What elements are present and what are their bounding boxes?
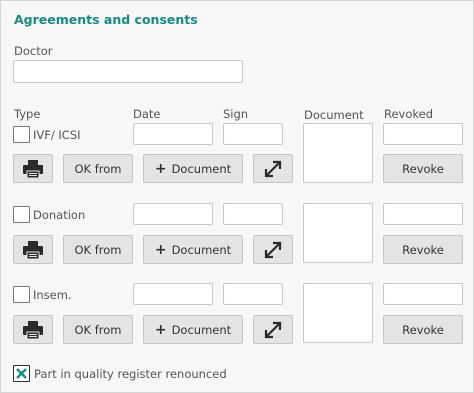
donation-type-label: Donation [33, 207, 86, 222]
ivf-add-document-label: Document [171, 161, 232, 176]
insem-document-box[interactable] [303, 283, 373, 343]
donation-date-input[interactable] [133, 203, 213, 225]
insem-checkbox[interactable] [13, 286, 30, 303]
donation-add-document-button[interactable]: + Document [143, 235, 243, 264]
plus-icon: + [154, 241, 167, 258]
expand-diagonal-icon [264, 241, 282, 258]
expand-diagonal-icon [264, 160, 282, 177]
type-header: Type [14, 107, 41, 121]
insem-print-button[interactable] [13, 315, 53, 344]
expand-diagonal-icon [264, 321, 282, 338]
doctor-input[interactable] [13, 60, 243, 83]
insem-revoked-input[interactable] [383, 283, 463, 305]
consent-row-ivf: IVF/ ICSI [13, 126, 81, 143]
quality-register-checkbox[interactable] [13, 365, 30, 382]
section-title: Agreements and consents [14, 12, 198, 27]
doctor-label: Doctor [14, 44, 53, 58]
plus-icon: + [154, 160, 167, 177]
insem-ok-from-button[interactable]: OK from [63, 315, 133, 344]
insem-add-document-button[interactable]: + Document [143, 315, 243, 344]
check-x-icon [16, 368, 27, 379]
insem-date-input[interactable] [133, 283, 213, 305]
ivf-ok-from-button[interactable]: OK from [63, 154, 133, 183]
ivf-checkbox[interactable] [13, 126, 30, 143]
agreements-panel: Agreements and consents Doctor Type Date… [0, 0, 474, 393]
ivf-revoked-input[interactable] [383, 123, 463, 145]
consent-row-donation: Donation [13, 206, 85, 223]
insem-revoke-button[interactable]: Revoke [383, 315, 463, 344]
insem-sign-input[interactable] [223, 283, 283, 305]
insem-expand-button[interactable] [253, 315, 293, 344]
quality-register-label: Part in quality register renounced [34, 366, 227, 381]
quality-register-row: Part in quality register renounced [13, 365, 227, 382]
plus-icon: + [154, 321, 167, 338]
ivf-add-document-button[interactable]: + Document [143, 154, 243, 183]
donation-sign-input[interactable] [223, 203, 283, 225]
ivf-date-input[interactable] [133, 123, 213, 145]
ivf-type-label: IVF/ ICSI [33, 127, 81, 142]
donation-document-box[interactable] [303, 203, 373, 263]
revoked-header: Revoked [384, 107, 434, 121]
donation-print-button[interactable] [13, 235, 53, 264]
donation-ok-from-button[interactable]: OK from [63, 235, 133, 264]
donation-revoke-button[interactable]: Revoke [383, 235, 463, 264]
sign-header: Sign [223, 107, 249, 121]
ivf-sign-input[interactable] [223, 123, 283, 145]
donation-revoked-input[interactable] [383, 203, 463, 225]
printer-icon [23, 320, 43, 339]
ivf-expand-button[interactable] [253, 154, 293, 183]
date-header: Date [133, 107, 161, 121]
donation-expand-button[interactable] [253, 235, 293, 264]
ivf-print-button[interactable] [13, 154, 53, 183]
printer-icon [23, 240, 43, 259]
printer-icon [23, 159, 43, 178]
ivf-revoke-button[interactable]: Revoke [383, 154, 463, 183]
consent-row-insem: Insem. [13, 286, 72, 303]
document-header: Document [304, 108, 364, 122]
donation-add-document-label: Document [171, 242, 232, 257]
donation-checkbox[interactable] [13, 206, 30, 223]
insem-type-label: Insem. [33, 287, 72, 302]
insem-add-document-label: Document [171, 322, 232, 337]
ivf-document-box[interactable] [303, 123, 373, 183]
